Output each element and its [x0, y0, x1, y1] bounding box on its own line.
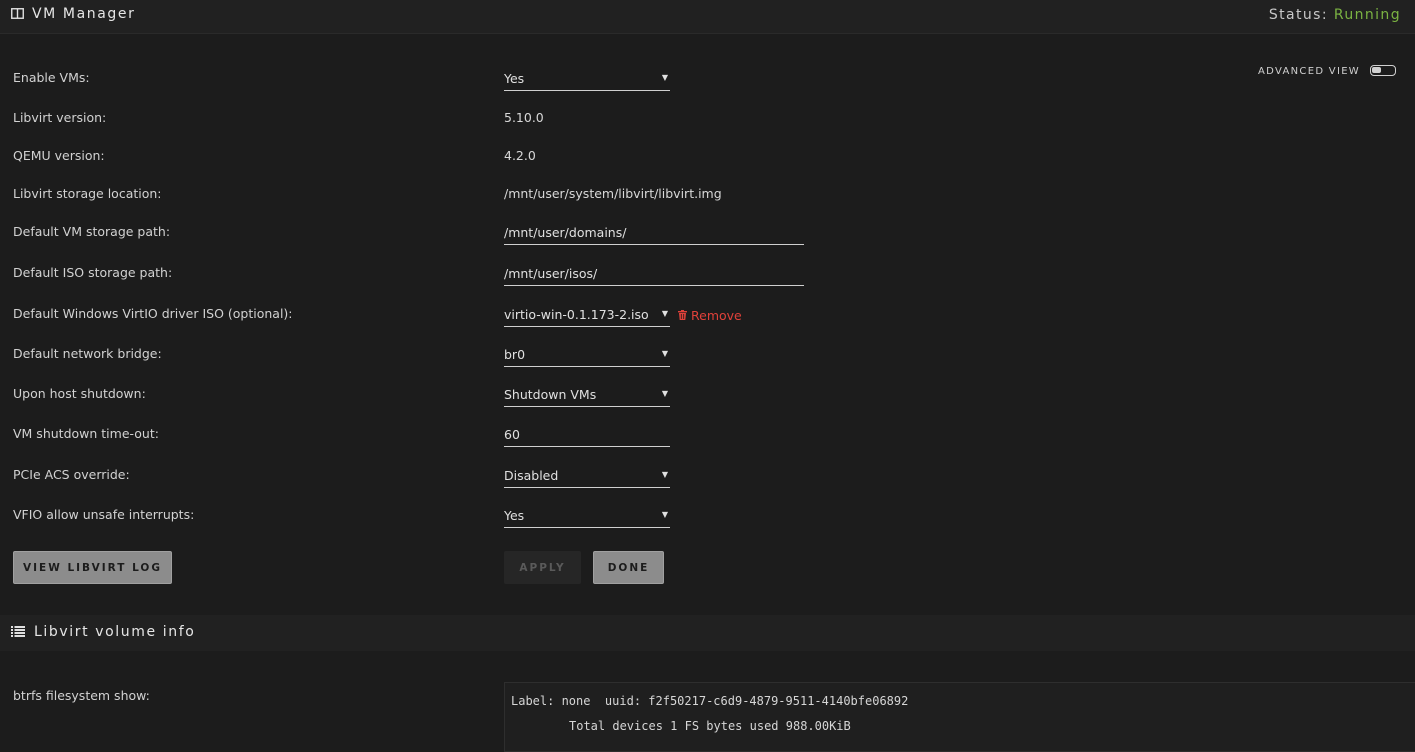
- libvirt-storage-label: Libvirt storage location:: [13, 186, 162, 201]
- enable-vms-label: Enable VMs:: [13, 70, 90, 85]
- shutdown-timeout-label: VM shutdown time-out:: [13, 426, 159, 441]
- status-value: Running: [1333, 7, 1401, 23]
- virtio-iso-select[interactable]: virtio-win-0.1.173-2.iso ▼: [504, 305, 670, 327]
- network-bridge-label: Default network bridge:: [13, 346, 162, 361]
- enable-vms-select[interactable]: Yes ▼: [504, 69, 670, 91]
- vm-manager-header: VM Manager Status: Running: [0, 0, 1415, 34]
- shutdown-timeout-input[interactable]: 60: [504, 425, 670, 447]
- apply-button[interactable]: APPLY: [504, 551, 581, 584]
- trash-icon: [678, 308, 687, 323]
- volume-info-title: Libvirt volume info: [34, 624, 196, 640]
- advanced-view-label: ADVANCED VIEW: [1258, 66, 1360, 77]
- btrfs-output: Label: none uuid: f2f50217-c6d9-4879-951…: [504, 682, 1415, 752]
- vfio-unsafe-label: VFIO allow unsafe interrupts:: [13, 507, 195, 522]
- done-button[interactable]: DONE: [593, 551, 664, 584]
- vfio-unsafe-value: Yes: [504, 508, 525, 523]
- toggle-knob: [1372, 67, 1381, 73]
- vm-storage-path-input[interactable]: /mnt/user/domains/: [504, 223, 804, 245]
- enable-vms-value: Yes: [504, 71, 525, 86]
- dropdown-arrow-icon: ▼: [661, 73, 668, 82]
- remove-virtio-iso-button[interactable]: Remove: [678, 308, 742, 323]
- virtio-iso-value: virtio-win-0.1.173-2.iso: [504, 307, 649, 322]
- page-title: VM Manager: [32, 6, 136, 22]
- btrfs-output-line: Label: none uuid: f2f50217-c6d9-4879-951…: [511, 694, 909, 708]
- qemu-version-label: QEMU version:: [13, 148, 105, 163]
- dropdown-arrow-icon: ▼: [661, 349, 668, 358]
- vm-storage-path-label: Default VM storage path:: [13, 224, 171, 239]
- network-bridge-value: br0: [504, 347, 526, 362]
- advanced-view-toggle[interactable]: [1370, 65, 1396, 76]
- view-libvirt-log-button[interactable]: VIEW LIBVIRT LOG: [13, 551, 172, 584]
- qemu-version-value: 4.2.0: [504, 148, 536, 163]
- pcie-acs-label: PCIe ACS override:: [13, 467, 130, 482]
- pcie-acs-value: Disabled: [504, 468, 559, 483]
- remove-label: Remove: [691, 308, 742, 323]
- iso-storage-path-label: Default ISO storage path:: [13, 265, 173, 280]
- iso-storage-path-input[interactable]: /mnt/user/isos/: [504, 264, 804, 286]
- status-label: Status:: [1268, 7, 1328, 23]
- host-shutdown-label: Upon host shutdown:: [13, 386, 146, 401]
- virtio-iso-label: Default Windows VirtIO driver ISO (optio…: [13, 306, 293, 321]
- network-bridge-select[interactable]: br0 ▼: [504, 345, 670, 367]
- libvirt-version-value: 5.10.0: [504, 110, 544, 125]
- dropdown-arrow-icon: ▼: [661, 309, 668, 318]
- columns-icon: [11, 7, 24, 22]
- list-icon: [11, 625, 25, 640]
- pcie-acs-select[interactable]: Disabled ▼: [504, 466, 670, 488]
- host-shutdown-value: Shutdown VMs: [504, 387, 597, 402]
- dropdown-arrow-icon: ▼: [661, 510, 668, 519]
- btrfs-show-label: btrfs filesystem show:: [13, 688, 150, 703]
- dropdown-arrow-icon: ▼: [661, 470, 668, 479]
- header-title-group: VM Manager: [11, 6, 135, 22]
- volume-info-title-group: Libvirt volume info: [11, 624, 195, 640]
- vfio-unsafe-select[interactable]: Yes ▼: [504, 506, 670, 528]
- libvirt-volume-info-header: Libvirt volume info: [0, 615, 1415, 651]
- libvirt-version-label: Libvirt version:: [13, 110, 107, 125]
- host-shutdown-select[interactable]: Shutdown VMs ▼: [504, 385, 670, 407]
- libvirt-storage-value: /mnt/user/system/libvirt/libvirt.img: [504, 186, 722, 201]
- btrfs-output-line: Total devices 1 FS bytes used 988.00KiB: [569, 719, 851, 733]
- status-indicator: Status: Running: [1269, 7, 1401, 23]
- dropdown-arrow-icon: ▼: [661, 389, 668, 398]
